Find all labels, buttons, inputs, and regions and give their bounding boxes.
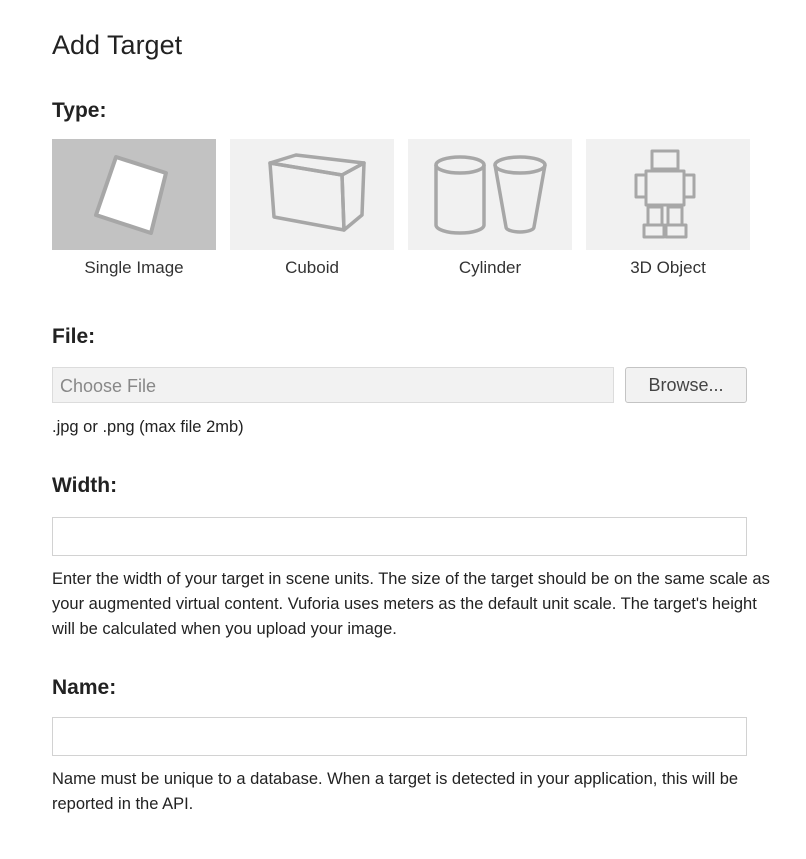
type-caption: Cuboid [285, 258, 339, 277]
type-option-single-image[interactable]: Single Image [52, 139, 216, 278]
type-option-cylinder[interactable]: Cylinder [408, 139, 572, 278]
type-selector: Single Image Cuboid Cylinder 3D Object [52, 139, 752, 284]
type-caption: Cylinder [458, 258, 522, 277]
single-image-icon [84, 145, 184, 245]
type-option-cuboid[interactable]: Cuboid [230, 139, 394, 278]
type-caption: Single Image [84, 258, 184, 277]
width-input[interactable] [52, 517, 747, 556]
page-title: Add Target [52, 30, 183, 60]
file-input[interactable]: Choose File [52, 367, 614, 403]
name-label: Name: [52, 676, 117, 699]
3d-object-icon [628, 145, 708, 245]
type-label: Type: [52, 99, 107, 122]
browse-button[interactable]: Browse... [625, 367, 747, 403]
width-label: Width: [52, 474, 118, 497]
type-tile [408, 139, 572, 250]
type-tile [586, 139, 750, 250]
name-hint: Name must be unique to a database. When … [52, 770, 739, 813]
width-hint: Enter the width of your target in scene … [52, 570, 770, 638]
file-row: Choose File Browse... [52, 367, 752, 405]
type-caption: 3D Object [630, 258, 706, 277]
type-tile [230, 139, 394, 250]
file-label: File: [52, 325, 96, 348]
type-option-3d-object[interactable]: 3D Object [586, 139, 750, 278]
file-hint: .jpg or .png (max file 2mb) [52, 418, 244, 436]
type-tile [52, 139, 216, 250]
name-input[interactable] [52, 717, 747, 756]
cylinder-icon [430, 145, 550, 245]
cuboid-icon [252, 145, 372, 245]
